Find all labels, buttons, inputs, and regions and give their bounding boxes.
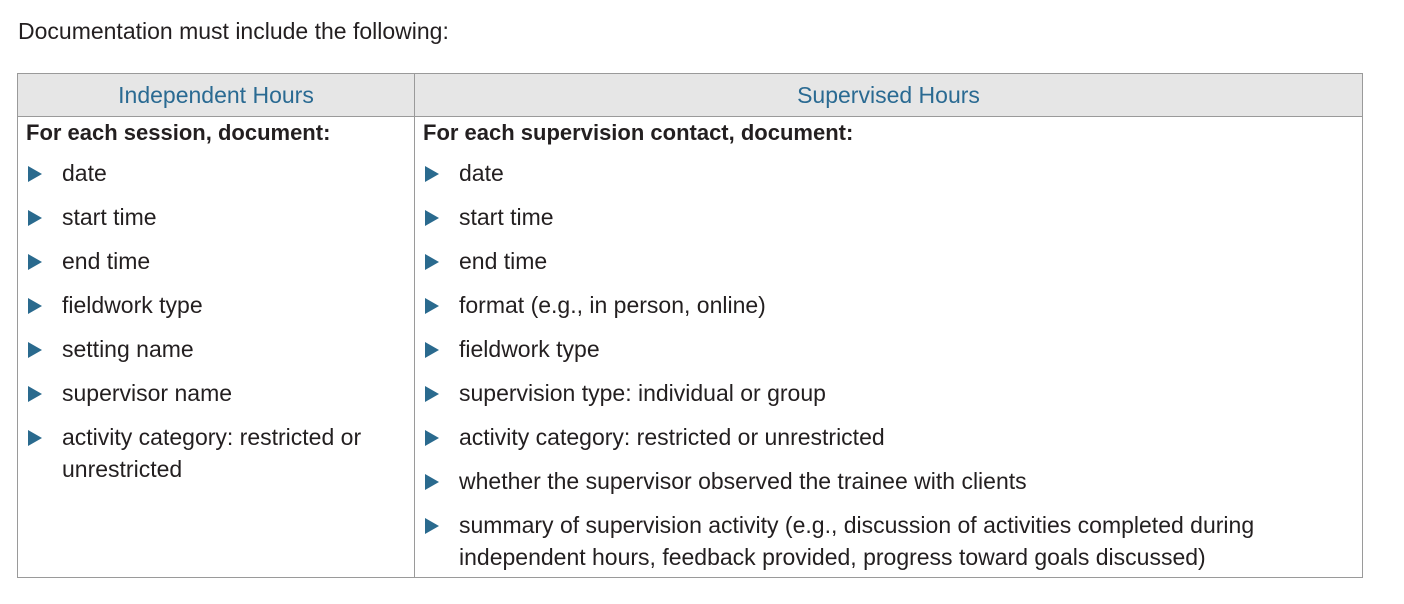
header-row: Independent Hours Supervised Hours (17, 73, 1363, 117)
list-item: end time (415, 245, 1362, 277)
list-item: setting name (18, 333, 414, 365)
item-text: end time (459, 248, 548, 274)
list-item: date (18, 157, 414, 189)
item-text: summary of supervision activity (e.g., d… (459, 512, 1255, 570)
item-text: activity category: restricted or unrestr… (459, 424, 885, 450)
list-item: end time (18, 245, 414, 277)
list-item: supervisor name (18, 377, 414, 409)
item-text: setting name (62, 336, 194, 362)
triangle-bullet-icon (28, 342, 42, 358)
list-item: date (415, 157, 1362, 189)
supervised-items-list: date start time end time format (e.g., i… (415, 157, 1362, 573)
item-text: supervisor name (62, 380, 233, 406)
list-item: whether the supervisor observed the trai… (415, 465, 1362, 497)
item-text: fieldwork type (459, 336, 600, 362)
body-row: For each session, document: date start t… (17, 116, 1363, 578)
triangle-bullet-icon (28, 210, 42, 226)
triangle-bullet-icon (28, 298, 42, 314)
triangle-bullet-icon (425, 474, 439, 490)
list-item: format (e.g., in person, online) (415, 289, 1362, 321)
item-text: fieldwork type (62, 292, 203, 318)
supervised-subtitle: For each supervision contact, document: (423, 120, 854, 145)
list-item: fieldwork type (415, 333, 1362, 365)
triangle-bullet-icon (28, 386, 42, 402)
documentation-table: Independent Hours Supervised Hours For e… (17, 73, 1363, 578)
triangle-bullet-icon (425, 430, 439, 446)
intro-text: Documentation must include the following… (18, 18, 449, 44)
item-text: supervision type: individual or group (459, 380, 826, 406)
list-item: fieldwork type (18, 289, 414, 321)
triangle-bullet-icon (28, 166, 42, 182)
supervised-hours-cell: For each supervision contact, document: … (414, 116, 1363, 578)
item-text: whether the supervisor observed the trai… (459, 468, 1027, 494)
independent-hours-cell: For each session, document: date start t… (17, 116, 415, 578)
item-text: date (459, 160, 504, 186)
triangle-bullet-icon (425, 210, 439, 226)
triangle-bullet-icon (28, 254, 42, 270)
item-text: activity category: restricted or unrestr… (62, 424, 362, 482)
list-item: activity category: restricted or unrestr… (415, 421, 1362, 453)
triangle-bullet-icon (425, 342, 439, 358)
list-item: start time (415, 201, 1362, 233)
triangle-bullet-icon (425, 166, 439, 182)
header-supervised-hours: Supervised Hours (414, 73, 1363, 117)
item-text: date (62, 160, 107, 186)
item-text: start time (62, 204, 157, 230)
item-text: start time (459, 204, 554, 230)
triangle-bullet-icon (425, 518, 439, 534)
header-independent-hours: Independent Hours (17, 73, 415, 117)
independent-subtitle: For each session, document: (26, 120, 331, 145)
item-text: end time (62, 248, 151, 274)
item-text: format (e.g., in person, online) (459, 292, 766, 318)
triangle-bullet-icon (425, 254, 439, 270)
list-item: supervision type: individual or group (415, 377, 1362, 409)
triangle-bullet-icon (28, 430, 42, 446)
list-item: start time (18, 201, 414, 233)
list-item: activity category: restricted or unrestr… (18, 421, 414, 485)
independent-items-list: date start time end time fieldwork type … (18, 157, 414, 485)
triangle-bullet-icon (425, 386, 439, 402)
triangle-bullet-icon (425, 298, 439, 314)
list-item: summary of supervision activity (e.g., d… (415, 509, 1362, 573)
